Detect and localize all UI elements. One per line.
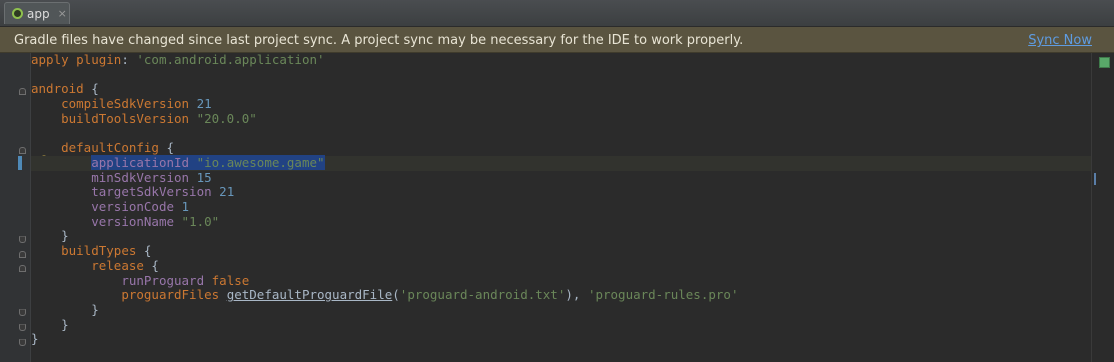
code-line: minSdkVersion 15 bbox=[91, 169, 212, 185]
code-editor[interactable]: apply plugin: 'com.android.application' … bbox=[0, 52, 1114, 362]
editor-gutter bbox=[0, 53, 30, 362]
fold-icon[interactable] bbox=[19, 251, 26, 258]
code-line: release { bbox=[91, 257, 159, 273]
error-stripe[interactable] bbox=[1092, 53, 1114, 362]
code-line: buildToolsVersion "20.0.0" bbox=[61, 110, 257, 126]
tab-label: app bbox=[27, 6, 50, 21]
code-line: } bbox=[31, 331, 39, 347]
fold-icon[interactable] bbox=[19, 339, 26, 346]
code-line: buildTypes { bbox=[61, 243, 152, 259]
code-line: versionName "1.0" bbox=[91, 213, 220, 229]
caret-stripe-marker[interactable] bbox=[1094, 173, 1096, 185]
fold-icon[interactable] bbox=[19, 265, 26, 272]
code-line: compileSdkVersion 21 bbox=[61, 96, 212, 112]
code-line-current: applicationId "io.awesome.game" bbox=[31, 154, 1091, 171]
editor-tab-bar: app × bbox=[0, 0, 1114, 27]
fold-icon[interactable] bbox=[19, 309, 26, 316]
code-line: } bbox=[91, 301, 99, 317]
close-icon[interactable]: × bbox=[58, 7, 67, 20]
tab-app[interactable]: app × bbox=[4, 2, 70, 24]
analysis-ok-icon[interactable] bbox=[1099, 57, 1110, 68]
change-marker bbox=[18, 156, 22, 170]
fold-icon[interactable] bbox=[19, 88, 26, 95]
sync-now-link[interactable]: Sync Now bbox=[1028, 33, 1092, 48]
code-line: runProguard false bbox=[121, 272, 250, 288]
code-line: targetSdkVersion 21 bbox=[91, 184, 235, 200]
selection: applicationId "io.awesome.game" bbox=[91, 154, 325, 170]
fold-icon[interactable] bbox=[19, 324, 26, 331]
banner-message: Gradle files have changed since last pro… bbox=[14, 33, 744, 48]
code-line: } bbox=[61, 316, 69, 332]
code-line: proguardFiles getDefaultProguardFile('pr… bbox=[121, 287, 739, 303]
code-line: defaultConfig { bbox=[61, 140, 175, 156]
gradle-sync-banner: Gradle files have changed since last pro… bbox=[0, 27, 1114, 53]
code-line: android { bbox=[31, 81, 99, 97]
android-module-icon bbox=[12, 8, 23, 19]
code-line: } bbox=[61, 228, 69, 244]
code-line: apply plugin: 'com.android.application' bbox=[31, 52, 325, 67]
fold-icon[interactable] bbox=[19, 236, 26, 243]
code-line: versionCode 1 bbox=[91, 199, 190, 214]
fold-icon[interactable] bbox=[19, 147, 26, 154]
